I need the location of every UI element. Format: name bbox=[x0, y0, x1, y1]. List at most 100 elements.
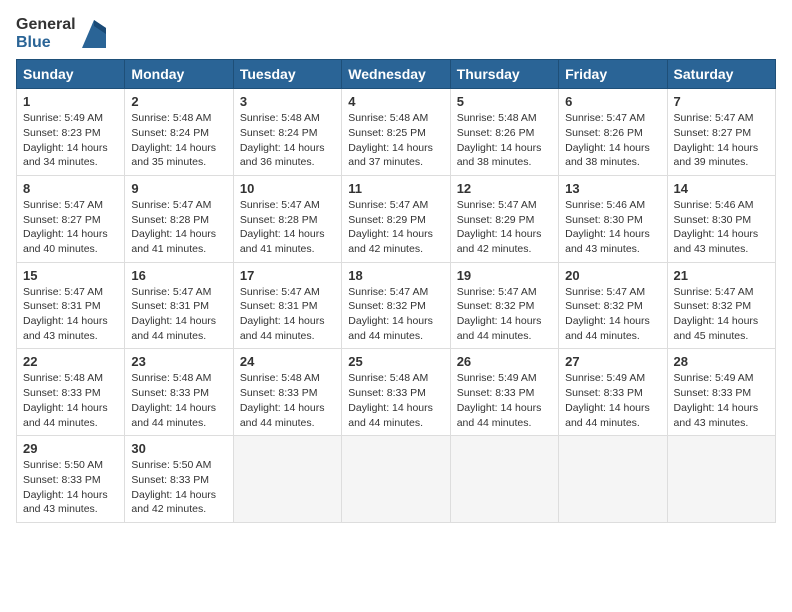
day-info: Sunrise: 5:48 AM Sunset: 8:25 PM Dayligh… bbox=[348, 111, 443, 170]
day-number: 3 bbox=[240, 94, 335, 109]
day-info: Sunrise: 5:46 AM Sunset: 8:30 PM Dayligh… bbox=[674, 198, 769, 257]
calendar-day-cell: 2 Sunrise: 5:48 AM Sunset: 8:24 PM Daylig… bbox=[125, 89, 233, 176]
day-number: 13 bbox=[565, 181, 660, 196]
calendar-table: SundayMondayTuesdayWednesdayThursdayFrid… bbox=[16, 59, 776, 523]
calendar-day-cell: 18Sunrise: 5:47 AM Sunset: 8:32 PM Dayli… bbox=[342, 262, 450, 349]
calendar-day-cell: 17 Sunrise: 5:47 AM Sunset: 8:31 PM Dayli… bbox=[233, 262, 341, 349]
calendar-day-cell: 23 Sunrise: 5:48 AM Sunset: 8:33 PM Dayli… bbox=[125, 349, 233, 436]
day-info: Sunrise: 5:47 AM Sunset: 8:31 PM Dayligh… bbox=[240, 285, 335, 344]
day-number: 11 bbox=[348, 181, 443, 196]
day-info: Sunrise: 5:48 AM Sunset: 8:24 PM Dayligh… bbox=[240, 111, 335, 170]
calendar-day-cell: 24 Sunrise: 5:48 AM Sunset: 8:33 PM Dayli… bbox=[233, 349, 341, 436]
day-info: Sunrise: 5:49 AM Sunset: 8:33 PM Dayligh… bbox=[674, 371, 769, 430]
day-info: Sunrise: 5:47 AM Sunset: 8:26 PM Dayligh… bbox=[565, 111, 660, 170]
calendar-day-cell bbox=[667, 436, 775, 523]
day-number: 2 bbox=[131, 94, 226, 109]
calendar-day-cell: 28 Sunrise: 5:49 AM Sunset: 8:33 PM Dayli… bbox=[667, 349, 775, 436]
day-number: 17 bbox=[240, 268, 335, 283]
calendar-week-row: 8Sunrise: 5:47 AM Sunset: 8:27 PM Daylig… bbox=[17, 175, 776, 262]
calendar-day-cell: 3 Sunrise: 5:48 AM Sunset: 8:24 PM Daylig… bbox=[233, 89, 341, 176]
calendar-day-cell: 8Sunrise: 5:47 AM Sunset: 8:27 PM Daylig… bbox=[17, 175, 125, 262]
day-number: 4 bbox=[348, 94, 443, 109]
day-of-week-header: Wednesday bbox=[342, 60, 450, 89]
header: General Blue bbox=[16, 16, 776, 51]
day-info: Sunrise: 5:50 AM Sunset: 8:33 PM Dayligh… bbox=[23, 458, 118, 517]
day-number: 14 bbox=[674, 181, 769, 196]
day-info: Sunrise: 5:47 AM Sunset: 8:28 PM Dayligh… bbox=[131, 198, 226, 257]
day-number: 29 bbox=[23, 441, 118, 456]
calendar-day-cell bbox=[450, 436, 558, 523]
day-number: 6 bbox=[565, 94, 660, 109]
calendar-day-cell: 11 Sunrise: 5:47 AM Sunset: 8:29 PM Dayli… bbox=[342, 175, 450, 262]
calendar-day-cell: 5 Sunrise: 5:48 AM Sunset: 8:26 PM Daylig… bbox=[450, 89, 558, 176]
calendar-day-cell: 12 Sunrise: 5:47 AM Sunset: 8:29 PM Dayli… bbox=[450, 175, 558, 262]
day-info: Sunrise: 5:48 AM Sunset: 8:33 PM Dayligh… bbox=[23, 371, 118, 430]
calendar-day-cell: 21 Sunrise: 5:47 AM Sunset: 8:32 PM Dayli… bbox=[667, 262, 775, 349]
calendar-day-cell: 10 Sunrise: 5:47 AM Sunset: 8:28 PM Dayli… bbox=[233, 175, 341, 262]
day-number: 19 bbox=[457, 268, 552, 283]
day-number: 16 bbox=[131, 268, 226, 283]
day-info: Sunrise: 5:49 AM Sunset: 8:33 PM Dayligh… bbox=[457, 371, 552, 430]
day-info: Sunrise: 5:47 AM Sunset: 8:27 PM Dayligh… bbox=[674, 111, 769, 170]
day-info: Sunrise: 5:47 AM Sunset: 8:29 PM Dayligh… bbox=[457, 198, 552, 257]
day-info: Sunrise: 5:48 AM Sunset: 8:33 PM Dayligh… bbox=[240, 371, 335, 430]
day-info: Sunrise: 5:48 AM Sunset: 8:26 PM Dayligh… bbox=[457, 111, 552, 170]
day-of-week-header: Tuesday bbox=[233, 60, 341, 89]
calendar-day-cell: 29 Sunrise: 5:50 AM Sunset: 8:33 PM Dayli… bbox=[17, 436, 125, 523]
day-number: 28 bbox=[674, 354, 769, 369]
calendar-week-row: 1Sunrise: 5:49 AM Sunset: 8:23 PM Daylig… bbox=[17, 89, 776, 176]
day-number: 9 bbox=[131, 181, 226, 196]
calendar-day-cell: 6 Sunrise: 5:47 AM Sunset: 8:26 PM Daylig… bbox=[559, 89, 667, 176]
day-number: 15 bbox=[23, 268, 118, 283]
day-of-week-header: Thursday bbox=[450, 60, 558, 89]
calendar-day-cell bbox=[233, 436, 341, 523]
day-number: 20 bbox=[565, 268, 660, 283]
calendar-day-cell: 16 Sunrise: 5:47 AM Sunset: 8:31 PM Dayli… bbox=[125, 262, 233, 349]
day-of-week-header: Sunday bbox=[17, 60, 125, 89]
day-number: 21 bbox=[674, 268, 769, 283]
day-number: 22 bbox=[23, 354, 118, 369]
day-number: 25 bbox=[348, 354, 443, 369]
calendar-day-cell: 20 Sunrise: 5:47 AM Sunset: 8:32 PM Dayli… bbox=[559, 262, 667, 349]
calendar-day-cell: 14 Sunrise: 5:46 AM Sunset: 8:30 PM Dayli… bbox=[667, 175, 775, 262]
day-info: Sunrise: 5:48 AM Sunset: 8:33 PM Dayligh… bbox=[131, 371, 226, 430]
day-number: 27 bbox=[565, 354, 660, 369]
calendar-day-cell: 7Sunrise: 5:47 AM Sunset: 8:27 PM Daylig… bbox=[667, 89, 775, 176]
day-number: 26 bbox=[457, 354, 552, 369]
day-info: Sunrise: 5:49 AM Sunset: 8:33 PM Dayligh… bbox=[565, 371, 660, 430]
calendar-week-row: 29 Sunrise: 5:50 AM Sunset: 8:33 PM Dayli… bbox=[17, 436, 776, 523]
day-number: 30 bbox=[131, 441, 226, 456]
calendar-day-cell bbox=[559, 436, 667, 523]
day-of-week-header: Saturday bbox=[667, 60, 775, 89]
day-number: 1 bbox=[23, 94, 118, 109]
day-number: 24 bbox=[240, 354, 335, 369]
calendar-header-row: SundayMondayTuesdayWednesdayThursdayFrid… bbox=[17, 60, 776, 89]
day-number: 10 bbox=[240, 181, 335, 196]
calendar-day-cell: 25 Sunrise: 5:48 AM Sunset: 8:33 PM Dayli… bbox=[342, 349, 450, 436]
day-info: Sunrise: 5:47 AM Sunset: 8:32 PM Dayligh… bbox=[348, 285, 443, 344]
day-number: 23 bbox=[131, 354, 226, 369]
day-info: Sunrise: 5:47 AM Sunset: 8:28 PM Dayligh… bbox=[240, 198, 335, 257]
logo-blue: Blue bbox=[16, 34, 51, 52]
calendar-week-row: 22 Sunrise: 5:48 AM Sunset: 8:33 PM Dayli… bbox=[17, 349, 776, 436]
day-info: Sunrise: 5:46 AM Sunset: 8:30 PM Dayligh… bbox=[565, 198, 660, 257]
day-info: Sunrise: 5:47 AM Sunset: 8:32 PM Dayligh… bbox=[674, 285, 769, 344]
calendar-day-cell: 30 Sunrise: 5:50 AM Sunset: 8:33 PM Dayli… bbox=[125, 436, 233, 523]
day-info: Sunrise: 5:47 AM Sunset: 8:29 PM Dayligh… bbox=[348, 198, 443, 257]
day-info: Sunrise: 5:47 AM Sunset: 8:32 PM Dayligh… bbox=[457, 285, 552, 344]
day-info: Sunrise: 5:50 AM Sunset: 8:33 PM Dayligh… bbox=[131, 458, 226, 517]
day-number: 12 bbox=[457, 181, 552, 196]
logo: General Blue bbox=[16, 16, 106, 51]
day-info: Sunrise: 5:47 AM Sunset: 8:31 PM Dayligh… bbox=[23, 285, 118, 344]
calendar-day-cell bbox=[342, 436, 450, 523]
day-number: 5 bbox=[457, 94, 552, 109]
day-of-week-header: Friday bbox=[559, 60, 667, 89]
day-info: Sunrise: 5:48 AM Sunset: 8:33 PM Dayligh… bbox=[348, 371, 443, 430]
calendar-day-cell: 26 Sunrise: 5:49 AM Sunset: 8:33 PM Dayli… bbox=[450, 349, 558, 436]
day-info: Sunrise: 5:47 AM Sunset: 8:32 PM Dayligh… bbox=[565, 285, 660, 344]
day-info: Sunrise: 5:47 AM Sunset: 8:31 PM Dayligh… bbox=[131, 285, 226, 344]
calendar-day-cell: 9 Sunrise: 5:47 AM Sunset: 8:28 PM Daylig… bbox=[125, 175, 233, 262]
day-info: Sunrise: 5:47 AM Sunset: 8:27 PM Dayligh… bbox=[23, 198, 118, 257]
day-info: Sunrise: 5:48 AM Sunset: 8:24 PM Dayligh… bbox=[131, 111, 226, 170]
calendar-day-cell: 22 Sunrise: 5:48 AM Sunset: 8:33 PM Dayli… bbox=[17, 349, 125, 436]
